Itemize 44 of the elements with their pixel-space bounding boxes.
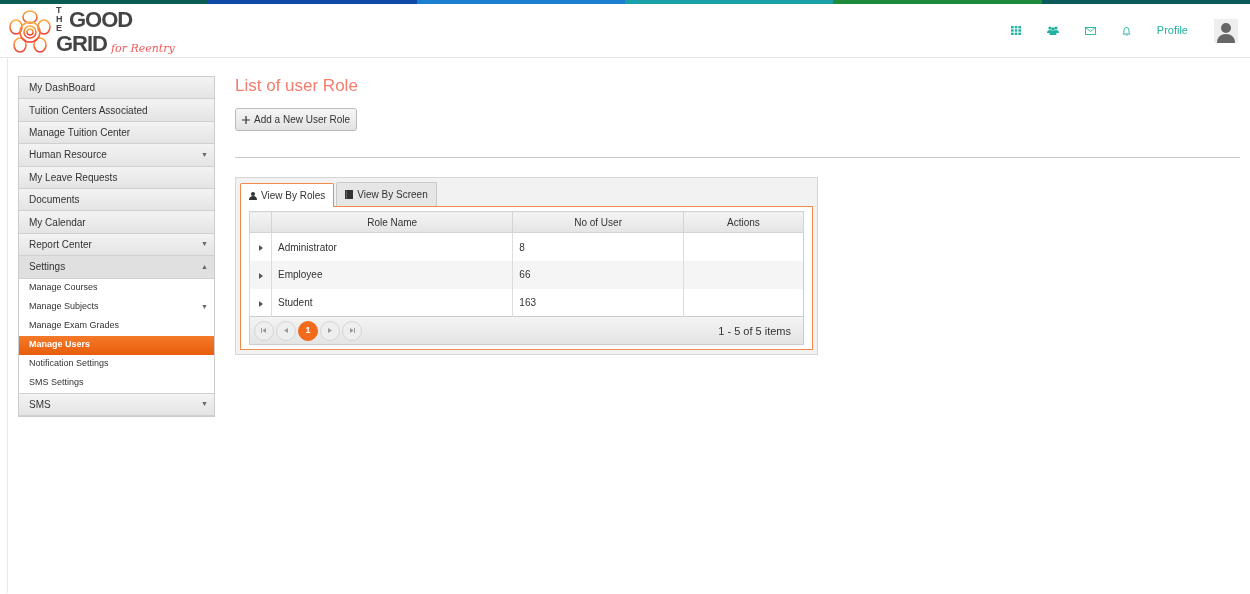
sidebar-item[interactable]: My DashBoard — [19, 77, 214, 100]
sidebar-item[interactable]: Manage Tuition Center — [19, 121, 214, 145]
pager-summary: 1 - 5 of 5 items — [718, 323, 791, 339]
sidebar-item[interactable]: My Leave Requests — [19, 166, 214, 189]
previous-page-button[interactable] — [276, 320, 296, 341]
user-icon — [249, 191, 257, 200]
sidebar-item[interactable]: Tuition Centers Associated — [19, 99, 214, 122]
mail-icon[interactable] — [1084, 26, 1096, 35]
column-header[interactable]: No of User — [512, 211, 684, 233]
page-title: List of user Role — [235, 76, 359, 97]
last-page-icon — [349, 328, 355, 334]
avatar-icon[interactable] — [1214, 18, 1238, 43]
first-page-icon — [261, 328, 267, 334]
sidebar-item[interactable]: My Calendar — [19, 211, 214, 234]
column-header[interactable]: Actions — [683, 211, 804, 233]
logo-text: GOOD — [69, 8, 133, 31]
column-header[interactable]: Role Name — [271, 211, 513, 233]
table-cell: 163 — [519, 297, 537, 309]
flower-logo-icon — [8, 9, 52, 55]
table-cell: Administrator — [278, 241, 337, 253]
logo-tagline: for Reentry — [111, 42, 175, 55]
logo-text: GRID — [56, 33, 107, 55]
last-page-button[interactable] — [342, 320, 362, 341]
tab[interactable]: View By Screen — [336, 182, 437, 207]
users-icon[interactable] — [1046, 26, 1059, 35]
next-icon — [328, 328, 332, 334]
logo-text: THE — [56, 6, 64, 33]
table-cell: Student — [278, 297, 313, 309]
table-cell: 66 — [519, 269, 531, 281]
bell-icon[interactable] — [1121, 25, 1131, 36]
plus-icon — [242, 115, 250, 124]
book-icon — [345, 190, 354, 200]
grid-icon[interactable] — [1010, 26, 1021, 35]
expand-arrow-icon[interactable] — [258, 272, 263, 279]
table-cell: 8 — [519, 241, 525, 253]
first-page-button[interactable] — [254, 320, 274, 341]
previous-icon — [284, 328, 288, 334]
tab[interactable]: View By Roles — [240, 183, 335, 208]
expand-arrow-icon[interactable] — [258, 245, 263, 251]
add-role-button[interactable]: Add a New User Role — [235, 108, 358, 132]
next-page-button[interactable] — [320, 320, 340, 341]
table-cell: Employee — [278, 269, 323, 281]
expand-arrow-icon[interactable] — [258, 300, 263, 307]
sidebar-item[interactable]: Documents — [19, 188, 214, 212]
